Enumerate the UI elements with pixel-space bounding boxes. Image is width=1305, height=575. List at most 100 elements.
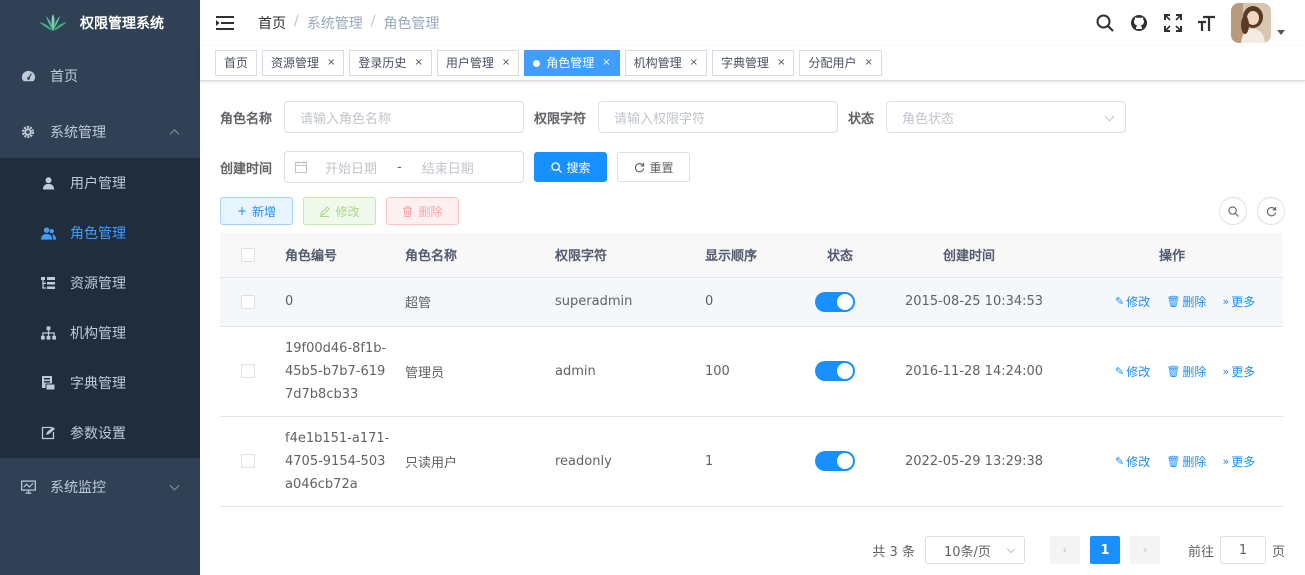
role-status-cell (815, 326, 905, 417)
caret-down-icon[interactable] (1277, 29, 1285, 35)
delete-link[interactable]: 🗑 删除 (1166, 293, 1206, 310)
sidebar-item-dicts[interactable]: 字典管理 (0, 358, 200, 408)
search-row-1: 角色名称 请输入角色名称 权限字符 请输入权限字符 状态 角色状态 (220, 101, 1285, 133)
more-link[interactable]: » 更多 (1223, 363, 1256, 380)
tag-resources[interactable]: 资源管理 × (262, 50, 345, 76)
more-link[interactable]: » 更多 (1223, 453, 1256, 470)
dashboard-icon (20, 68, 36, 84)
role-name-label: 角色名称 (220, 111, 273, 127)
tag-label: 首页 (224, 56, 249, 70)
tag-label: 用户管理 (445, 56, 494, 70)
menu-monitor[interactable]: 系统监控 (0, 458, 200, 516)
hamburger-icon[interactable] (216, 16, 234, 30)
tag-assign-users[interactable]: 分配用户 × (799, 50, 882, 76)
edit-link[interactable]: ✎ 修改 (1115, 363, 1150, 380)
tags-view: 首页 资源管理 × 登录历史 × 用户管理 × 角色管理 × 机构管理 × 字典管理 × 分… (200, 46, 1305, 81)
tag-roles[interactable]: 角色管理 × (524, 50, 620, 76)
delete-link-label: 删除 (1182, 364, 1207, 379)
goto-prefix: 前往 (1187, 544, 1214, 560)
pagination-total: 共 3 条 (872, 544, 915, 560)
logo-icon (39, 14, 67, 31)
tag-label: 资源管理 (271, 56, 320, 70)
next-page-button[interactable]: › (1129, 536, 1160, 564)
edit-link[interactable]: ✎ 修改 (1115, 293, 1150, 310)
search-button[interactable]: 搜索 (534, 152, 608, 182)
menu-system[interactable]: 系统管理 (0, 106, 200, 158)
menu-home[interactable]: 首页 (0, 46, 200, 106)
search-icon[interactable] (1095, 13, 1115, 33)
tag-label: 分配用户 (808, 56, 857, 70)
status-select[interactable]: 角色状态 (886, 101, 1127, 133)
delete-link[interactable]: 🗑 删除 (1166, 453, 1206, 470)
content: 角色名称 请输入角色名称 权限字符 请输入权限字符 状态 角色状态 创建时间 开… (200, 81, 1305, 527)
delete-button-label: 删除 (418, 204, 443, 219)
role-name-input[interactable]: 请输入角色名称 (284, 101, 525, 133)
row-select-cell (220, 416, 285, 507)
select-all-checkbox[interactable] (241, 247, 255, 262)
tag-dicts[interactable]: 字典管理 × (712, 50, 795, 76)
edit-link[interactable]: ✎ 修改 (1115, 453, 1150, 470)
sidebar-item-orgs[interactable]: 机构管理 (0, 308, 200, 358)
monitor-icon (20, 479, 36, 495)
table-row[interactable]: 0 超管 superadmin 0 2015-08-25 10:34:53 ✎ 修… (220, 277, 1283, 327)
role-ops-cell: ✎ 修改 🗑 删除 » 更多 (1105, 326, 1283, 417)
end-date-placeholder: 结束日期 (421, 161, 474, 177)
role-key-input[interactable]: 请输入权限字符 (598, 101, 839, 133)
role-id-cell: f4e1b151-a171- 4705-9154-503 a046cb72a (285, 416, 405, 507)
table-row[interactable]: f4e1b151-a171- 4705-9154-503 a046cb72a 只… (220, 416, 1283, 507)
tag-users[interactable]: 用户管理 × (436, 50, 520, 76)
reset-button[interactable]: 重置 (617, 152, 691, 182)
role-id-line: f4e1b151-a171- (285, 430, 390, 446)
role-id-line: 7d7b8cb33 (285, 386, 359, 402)
close-icon[interactable]: × (690, 51, 698, 75)
search-icon (550, 161, 562, 173)
edit-button[interactable]: 修改 (303, 197, 376, 225)
add-button[interactable]: + 新增 (220, 197, 293, 225)
date-range-picker[interactable]: 开始日期 - 结束日期 (284, 151, 525, 183)
status-switch[interactable] (815, 291, 855, 312)
sidebar-item-resources[interactable]: 资源管理 (0, 258, 200, 308)
breadcrumb-home[interactable]: 首页 (258, 13, 286, 33)
page-number-button[interactable]: 1 (1089, 536, 1120, 564)
refresh-button[interactable] (1257, 197, 1285, 225)
table-row[interactable]: 19f00d46-8f1b- 45b5-b7b7-619 7d7b8cb33 管… (220, 326, 1283, 417)
row-select-cell (220, 326, 285, 417)
tag-login-history[interactable]: 登录历史 × (349, 50, 432, 76)
page-size-value: 10条/页 (943, 544, 991, 560)
sidebar-item-params[interactable]: 参数设置 (0, 408, 200, 458)
more-link[interactable]: » 更多 (1223, 293, 1256, 310)
status-switch[interactable] (815, 361, 855, 381)
prev-page-button[interactable]: ‹ (1049, 536, 1080, 564)
close-icon[interactable]: × (327, 51, 335, 75)
edit-link-label: 修改 (1126, 364, 1151, 379)
close-icon[interactable]: × (502, 51, 510, 75)
row-checkbox[interactable] (241, 454, 255, 468)
role-created-cell: 2016-11-28 14:24:00 (905, 326, 1105, 417)
close-icon[interactable]: × (414, 51, 422, 75)
close-icon[interactable]: × (864, 51, 872, 75)
role-status-cell (815, 416, 905, 507)
menu-home-label: 首页 (50, 69, 78, 85)
toggle-search-button[interactable] (1219, 197, 1247, 225)
edit-icon (320, 205, 331, 217)
row-checkbox[interactable] (241, 294, 255, 309)
goto-page-input[interactable]: 1 (1219, 536, 1266, 564)
close-icon[interactable]: × (777, 51, 785, 75)
row-checkbox[interactable] (241, 364, 255, 378)
font-size-icon[interactable] (1197, 13, 1217, 33)
fullscreen-icon[interactable] (1163, 13, 1183, 33)
tag-orgs[interactable]: 机构管理 × (624, 50, 708, 76)
status-switch[interactable] (815, 451, 855, 471)
page-size-select[interactable]: 10条/页 (924, 536, 1025, 564)
tag-home[interactable]: 首页 (215, 50, 258, 76)
breadcrumb-current: 角色管理 (383, 16, 440, 32)
delete-button[interactable]: 删除 (386, 197, 459, 225)
avatar[interactable] (1231, 3, 1271, 43)
delete-link[interactable]: 🗑 删除 (1166, 363, 1206, 380)
sidebar-item-roles[interactable]: 角色管理 (0, 208, 200, 258)
sidebar-item-users[interactable]: 用户管理 (0, 158, 200, 208)
github-icon[interactable] (1129, 13, 1149, 33)
close-icon[interactable]: × (602, 51, 610, 75)
edit-link-label: 修改 (1126, 454, 1151, 469)
calendar-icon (295, 161, 308, 173)
